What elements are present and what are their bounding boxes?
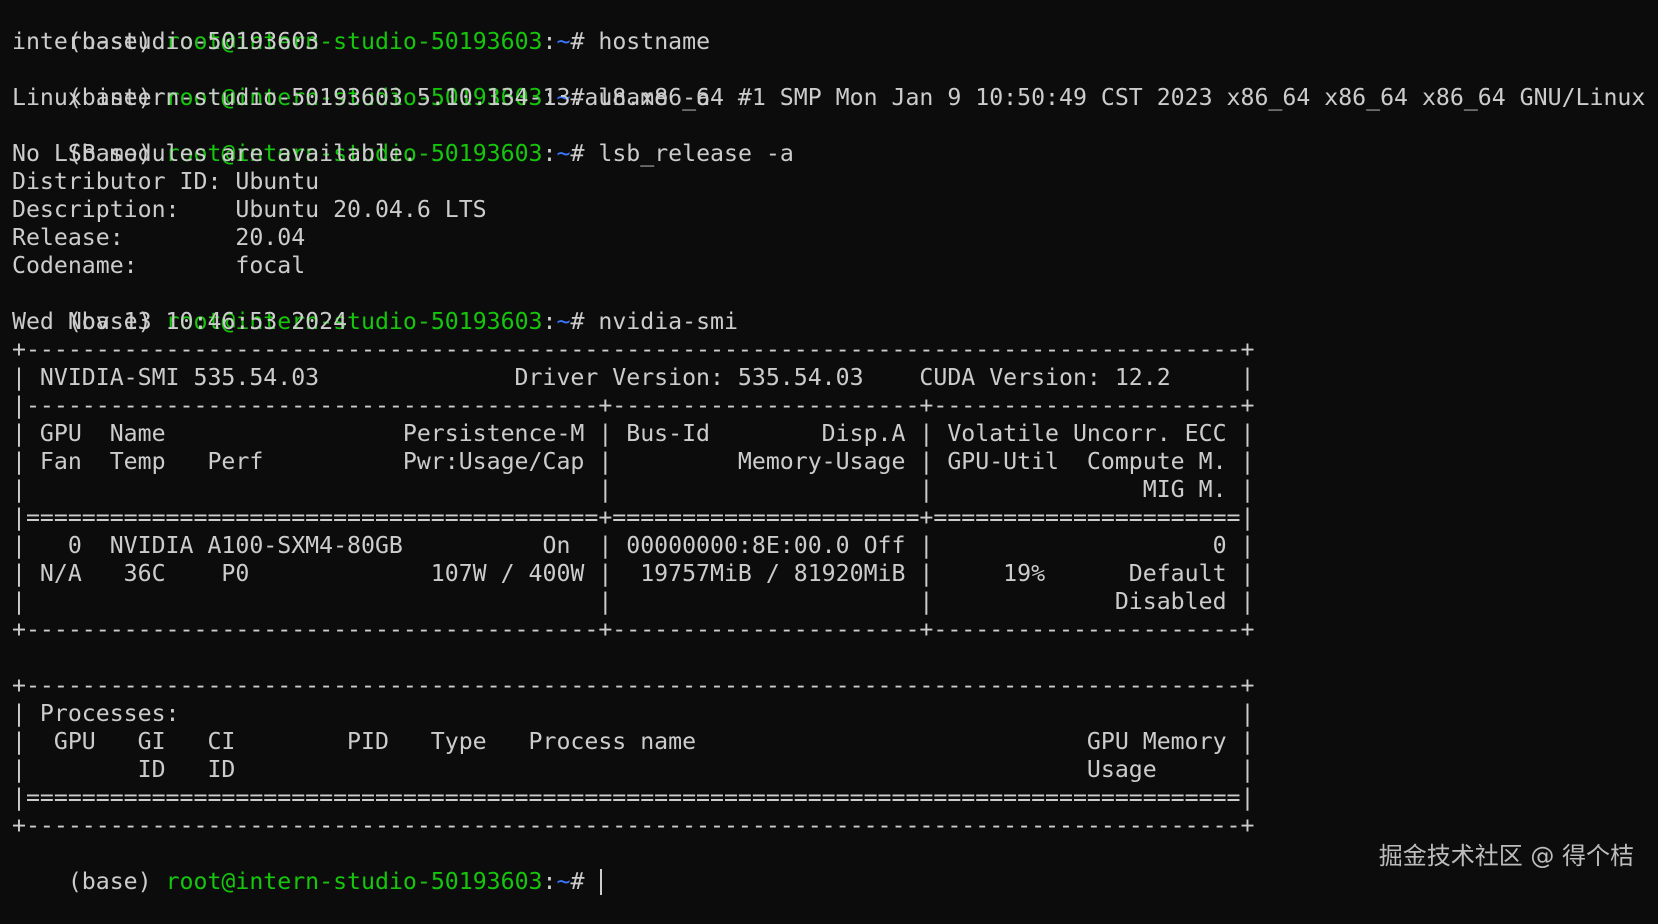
prompt-colon: : xyxy=(542,140,557,167)
conda-env: (base) xyxy=(67,868,152,895)
smi-row: | N/A 36C P0 107W / 400W | 19757MiB / 81… xyxy=(12,560,1255,587)
prompt-path: ~ xyxy=(556,308,571,335)
output-line: Codename: focal xyxy=(12,252,306,279)
output-line: Release: 20.04 xyxy=(12,224,306,251)
smi-row: +---------------------------------------… xyxy=(12,672,1255,699)
output-line: Wed Nov 13 10:46:53 2024 xyxy=(12,308,348,335)
output-line: Description: Ubuntu 20.04.6 LTS xyxy=(12,196,487,223)
prompt-line: (base) root@intern-studio-50193603:~# ho… xyxy=(12,0,1658,55)
smi-row: | | | MIG M. | xyxy=(12,476,1255,503)
prompt-colon: : xyxy=(542,308,557,335)
nvidia-smi-table: +---------------------------------------… xyxy=(12,336,1658,840)
command-text: nvidia-smi xyxy=(598,308,738,335)
output-line: Linux intern-studio-50193603 5.10.134-13… xyxy=(12,84,1646,111)
command-text: lsb_release -a xyxy=(598,140,794,167)
prompt-line: (base) root@intern-studio-50193603:~# nv… xyxy=(12,280,1658,335)
prompt-line: (base) root@intern-studio-50193603:~# ls… xyxy=(12,112,1658,167)
prompt-hash: # xyxy=(570,28,585,55)
prompt-colon: : xyxy=(542,28,557,55)
smi-row xyxy=(12,644,1658,672)
smi-row: | GPU GI CI PID Type Process name GPU Me… xyxy=(12,728,1255,755)
prompt-colon: : xyxy=(542,868,557,895)
command-text: hostname xyxy=(598,28,711,55)
smi-row: |---------------------------------------… xyxy=(12,392,1255,419)
watermark: 掘金技术社区 @ 得个桔 xyxy=(1378,842,1634,870)
smi-row: | NVIDIA-SMI 535.54.03 Driver Version: 5… xyxy=(12,364,1255,391)
terminal-window[interactable]: (base) root@intern-studio-50193603:~# ho… xyxy=(12,0,1658,895)
smi-row: +---------------------------------------… xyxy=(12,336,1255,363)
smi-row: | Processes: | xyxy=(12,700,1255,727)
prompt-hash: # xyxy=(570,868,585,895)
smi-row: |=======================================… xyxy=(12,784,1255,811)
smi-row: | Fan Temp Perf Pwr:Usage/Cap | Memory-U… xyxy=(12,448,1255,475)
smi-row: | ID ID Usage | xyxy=(12,756,1255,783)
prompt-hash: # xyxy=(570,308,585,335)
smi-row: |=======================================… xyxy=(12,504,1255,531)
smi-row: | GPU Name Persistence-M | Bus-Id Disp.A… xyxy=(12,420,1255,447)
prompt-path: ~ xyxy=(556,140,571,167)
smi-row: | 0 NVIDIA A100-SXM4-80GB On | 00000000:… xyxy=(12,532,1255,559)
output-line: intern-studio-50193603 xyxy=(12,28,320,55)
smi-row: | | | Disabled | xyxy=(12,588,1255,615)
output-line: No LSB modules are available. xyxy=(12,140,417,167)
prompt-path: ~ xyxy=(556,28,571,55)
text-cursor xyxy=(600,869,603,895)
smi-row: +---------------------------------------… xyxy=(12,616,1255,643)
output-line: Distributor ID: Ubuntu xyxy=(12,168,320,195)
user-host: root@intern-studio-50193603 xyxy=(165,868,543,895)
prompt-line: (base) root@intern-studio-50193603:~# un… xyxy=(12,56,1658,111)
prompt-path: ~ xyxy=(556,868,571,895)
prompt-hash: # xyxy=(570,140,585,167)
